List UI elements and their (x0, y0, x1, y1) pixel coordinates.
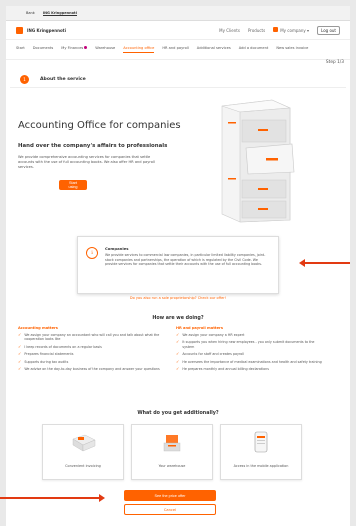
nav-accounting-office[interactable]: Accounting office (123, 46, 155, 53)
list-item: ✓ He prepares monthly and annual billing … (176, 366, 326, 372)
check-icon: ✓ (176, 339, 180, 345)
nav-hr-payroll[interactable]: HR and payroll (162, 46, 188, 53)
check-icon: ✓ (176, 351, 180, 357)
nav-documents[interactable]: Documents (33, 46, 54, 53)
list-item: ✓ Prepares financial statements (18, 351, 168, 357)
warehouse-illustration (163, 435, 181, 452)
notification-dot-icon (84, 46, 88, 49)
main-nav: Start Documents My Finances Warehouse Ac… (6, 40, 350, 60)
check-icon: ✓ (176, 366, 180, 372)
brand-name: ING Kringpennoti (27, 27, 66, 33)
check-icon: ✓ (18, 358, 22, 364)
list-item-text: We advise on the day-to-day business of … (24, 367, 160, 372)
nav-new-sales-invoice[interactable]: New sales invoice (276, 46, 308, 53)
info-title: Companies (105, 246, 129, 251)
list-item-text: I keep records of documents on a regular… (24, 344, 102, 349)
feature-card-mobile: Access in the mobile application (220, 424, 302, 480)
card-label: Convenient invoicing (65, 464, 101, 468)
step-indicator: Step 1/3 (325, 60, 344, 65)
check-icon: ✓ (176, 332, 180, 337)
accounting-column: Accounting matters ✓ We assign your compa… (18, 326, 168, 374)
list-item-text: He prepares monthly and annual billing d… (182, 367, 269, 372)
accounting-heading: Accounting matters (18, 326, 58, 330)
nav-start[interactable]: Start (16, 46, 25, 53)
nav-my-finances-label: My Finances (61, 46, 84, 50)
info-text: We provide services to commercial law co… (105, 253, 266, 267)
nav-additional-services[interactable]: Additional services (197, 46, 231, 53)
nav-my-finances[interactable]: My Finances (61, 46, 88, 53)
hero-description: We provide comprehensive accounting serv… (18, 155, 155, 169)
list-item: ✓ Supports during tax audits (18, 358, 168, 364)
list-item: ✓ He oversees the importance of medical e… (176, 358, 326, 364)
annotation-arrow-right-icon (0, 494, 105, 502)
companies-info-box: i Companies We provide services to comme… (77, 236, 279, 294)
tab-ing[interactable]: ING Kringpennoti (42, 11, 77, 16)
list-item-text: He oversees the importance of medical ex… (182, 359, 322, 364)
list-item-text: Accounts for staff and creates payroll (182, 352, 245, 357)
list-item-text: We assign your company a HR expert (182, 333, 245, 337)
list-item-text: Supports during tax audits (24, 359, 69, 364)
list-item: ✓ It supports you when hiring new employe… (176, 340, 326, 349)
list-item: ✓ We assign your company an accountant wh… (18, 333, 168, 342)
card-label: Your warehouse (158, 464, 186, 468)
hr-heading: HR and payroll matters (176, 326, 223, 330)
browser-tab-strip: Bank ING Kringpennoti (6, 6, 350, 21)
nav-add-document[interactable]: Add a document (239, 46, 269, 53)
annotation-arrow-left-icon (299, 259, 350, 267)
list-item: ✓ Accounts for staff and creates payroll (176, 351, 326, 357)
hero-subtitle: Hand over the company's affairs to profe… (18, 143, 168, 149)
hr-column: HR and payroll matters ✓ We assign your c… (176, 326, 326, 374)
see-price-offer-button[interactable]: See the price offer (124, 490, 216, 501)
check-icon: ✓ (176, 358, 180, 364)
my-company-label: My company (280, 28, 306, 33)
company-icon (273, 27, 279, 32)
nav-warehouse[interactable]: Warehouse (95, 46, 115, 53)
start-using-button[interactable]: Start using (59, 180, 87, 190)
section-title: About the service (40, 77, 86, 82)
sole-proprietorship-link[interactable]: Do you also run a sole proprietorship? C… (0, 296, 356, 300)
section-header: 1 About the service (10, 72, 346, 88)
list-item: ✓ We assign your company a HR expert (176, 332, 326, 337)
products-link[interactable]: Products (248, 28, 265, 33)
check-icon: ✓ (18, 351, 22, 357)
list-item-text: It supports you when hiring new employee… (182, 340, 315, 349)
my-clients-link[interactable]: My Clients (219, 28, 240, 33)
check-icon: ✓ (18, 332, 22, 337)
cancel-button[interactable]: Cancel (124, 504, 216, 515)
list-item-text: We assign your company an accountant who… (24, 333, 160, 342)
feature-cards: Convenient invoicing Your warehouse Acce… (42, 424, 302, 480)
ing-logo-icon (16, 26, 23, 34)
feature-card-invoicing: Convenient invoicing (42, 424, 124, 480)
check-icon: ✓ (18, 343, 22, 349)
step-number-badge: 1 (20, 75, 29, 84)
app-header: ING Kringpennoti My Clients Products My … (6, 21, 350, 40)
card-label: Access in the mobile application (233, 464, 289, 468)
list-item: ✓ I keep records of documents on a regula… (18, 343, 168, 349)
feature-card-warehouse: Your warehouse (131, 424, 213, 480)
how-title: How are we doing? (152, 316, 204, 321)
tab-bank[interactable]: Bank (26, 11, 35, 15)
invoice-illustration (72, 434, 96, 452)
list-item-text: Prepares financial statements (24, 352, 74, 357)
info-icon: i (86, 247, 98, 259)
page-title: Accounting Office for companies (18, 120, 181, 131)
check-icon: ✓ (18, 366, 22, 372)
file-cabinet-illustration (221, 99, 295, 223)
list-item: ✓ We advise on the day-to-day business of… (18, 366, 168, 372)
my-company-link[interactable]: My company ▾ (273, 27, 309, 33)
mobile-app-illustration (254, 431, 268, 453)
logout-button[interactable]: Log out (317, 25, 340, 35)
additional-title: What do you get additionally? (137, 411, 219, 416)
